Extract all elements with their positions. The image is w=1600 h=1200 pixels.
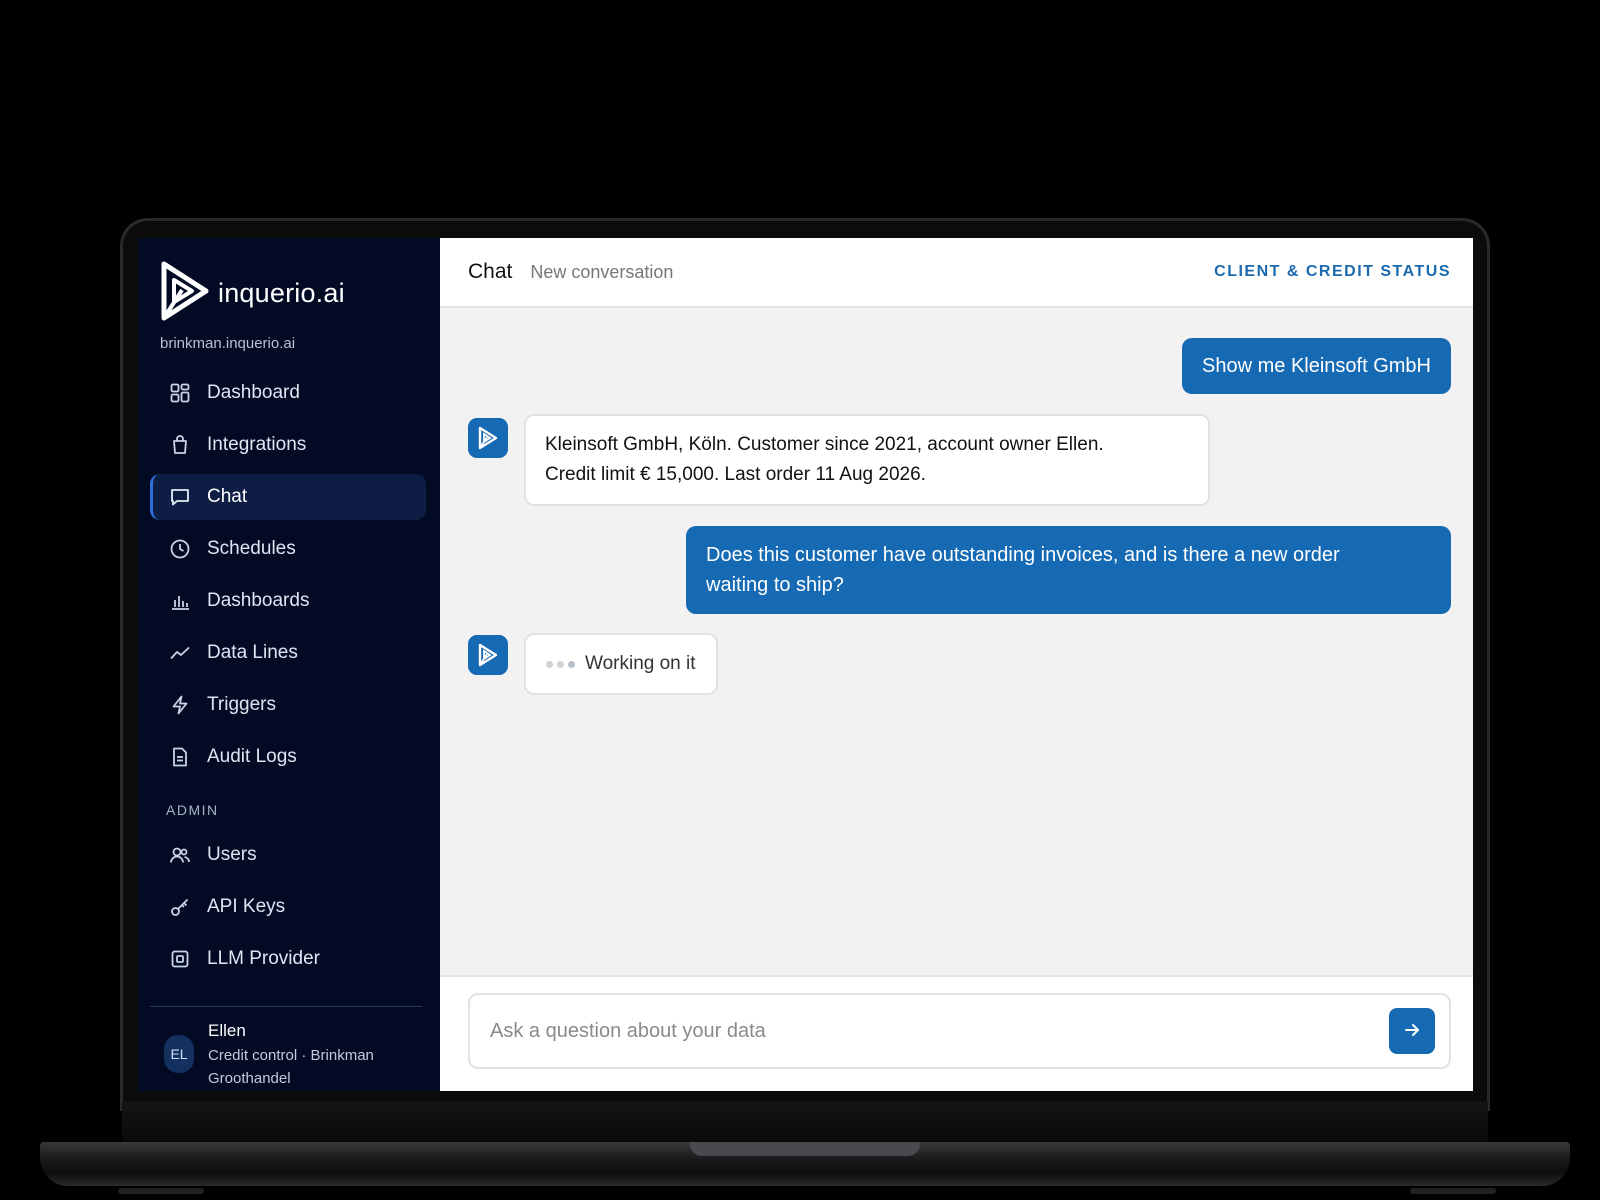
main-nav: Dashboard Integrations Chat Schedules Da… <box>150 370 426 982</box>
typing-dots-icon <box>546 660 575 668</box>
bag-icon <box>169 434 191 456</box>
sidebar-item-dashboard[interactable]: Dashboard <box>150 370 426 416</box>
assistant-message-line: Credit limit € 15,000. Last order 11 Aug… <box>545 464 926 485</box>
user-message: Does this customer have outstanding invo… <box>686 526 1451 614</box>
trend-line-icon <box>169 642 191 664</box>
sidebar-item-label: Users <box>207 844 257 865</box>
user-role-line: Credit control · Brinkman <box>208 1047 374 1064</box>
client-credit-status-link[interactable]: CLIENT & CREDIT STATUS <box>1214 263 1451 281</box>
sidebar-item-label: Data Lines <box>207 642 298 663</box>
assistant-typing-indicator: Working on it <box>524 633 718 695</box>
sidebar-item-label: Triggers <box>207 694 276 715</box>
sidebar-item-label: Chat <box>207 486 248 507</box>
sidebar-item-label: Dashboard <box>207 382 300 403</box>
avatar: EL <box>164 1035 194 1073</box>
chip-icon <box>169 948 191 970</box>
sidebar-item-users[interactable]: Users <box>150 832 426 878</box>
composer <box>468 993 1451 1069</box>
key-icon <box>169 896 191 918</box>
sidebar-item-label: Schedules <box>207 538 296 559</box>
user-message-text: Show me Kleinsoft GmbH <box>1202 355 1431 377</box>
sidebar-item-label: Integrations <box>207 434 307 455</box>
arrow-right-icon <box>1403 1021 1421 1042</box>
sidebar-item-integrations[interactable]: Integrations <box>150 422 426 468</box>
users-icon <box>169 844 191 866</box>
sidebar-item-audit-logs[interactable]: Audit Logs <box>150 734 426 780</box>
sidebar-item-api-keys[interactable]: API Keys <box>150 884 426 930</box>
bar-chart-icon <box>169 590 191 612</box>
sidebar-item-triggers[interactable]: Triggers <box>150 682 426 728</box>
sidebar-item-chat[interactable]: Chat <box>150 474 426 520</box>
app-screen: inquerio.ai brinkman.inquerio.ai Dashboa… <box>138 238 1473 1091</box>
assistant-message-line: Kleinsoft GmbH, Köln. Customer since 202… <box>545 434 1104 455</box>
admin-section-label: ADMIN <box>166 802 219 818</box>
laptop-foot <box>1410 1188 1496 1194</box>
document-icon <box>169 746 191 768</box>
grid-icon <box>169 382 191 404</box>
typing-status: Working on it <box>585 653 696 674</box>
user-message: Show me Kleinsoft GmbH <box>1182 338 1451 394</box>
sidebar-item-dashboards[interactable]: Dashboards <box>150 578 426 624</box>
sidebar-item-label: Dashboards <box>207 590 310 611</box>
brand[interactable]: inquerio.ai <box>150 260 426 327</box>
send-button[interactable] <box>1389 1008 1435 1054</box>
user-role: Credit control · Brinkman Groothandel <box>208 1044 374 1090</box>
user-role-line: Groothandel <box>208 1070 291 1087</box>
conversation-subtitle: New conversation <box>530 261 674 282</box>
laptop-foot <box>118 1188 204 1194</box>
sidebar-item-label: Audit Logs <box>207 746 297 767</box>
sidebar: inquerio.ai brinkman.inquerio.ai Dashboa… <box>138 238 440 1091</box>
lightning-icon <box>169 694 191 716</box>
user-message-text: Does this customer have outstanding invo… <box>706 544 1340 566</box>
workspace-domain: brinkman.inquerio.ai <box>160 335 296 352</box>
page-title: Chat <box>468 260 513 283</box>
brand-name: inquerio.ai <box>218 278 345 308</box>
logo-icon <box>160 260 210 327</box>
assistant-avatar-icon <box>468 418 508 458</box>
assistant-avatar-icon <box>468 635 508 675</box>
message-list: Show me Kleinsoft GmbH Kleinsoft GmbH, K… <box>440 308 1473 975</box>
sidebar-item-llm-provider[interactable]: LLM Provider <box>150 936 426 982</box>
chat-main: Chat New conversation CLIENT & CREDIT ST… <box>440 238 1473 1091</box>
assistant-message: Kleinsoft GmbH, Köln. Customer since 202… <box>524 414 1210 506</box>
composer-area <box>440 975 1473 1091</box>
sidebar-item-label: API Keys <box>207 896 286 917</box>
chat-header: Chat New conversation CLIENT & CREDIT ST… <box>440 238 1473 308</box>
sidebar-item-data-lines[interactable]: Data Lines <box>150 630 426 676</box>
user-message-text: waiting to ship? <box>706 574 844 596</box>
user-profile[interactable]: EL Ellen Credit control · Brinkman Groot… <box>150 1007 422 1091</box>
sidebar-item-label: LLM Provider <box>207 948 320 969</box>
sidebar-item-schedules[interactable]: Schedules <box>150 526 426 572</box>
clock-icon <box>169 538 191 560</box>
laptop-hinge <box>122 1102 1488 1142</box>
user-name: Ellen <box>208 1021 246 1040</box>
chat-bubble-icon <box>169 486 191 508</box>
question-input[interactable] <box>490 1019 1389 1043</box>
laptop-notch <box>690 1142 920 1156</box>
